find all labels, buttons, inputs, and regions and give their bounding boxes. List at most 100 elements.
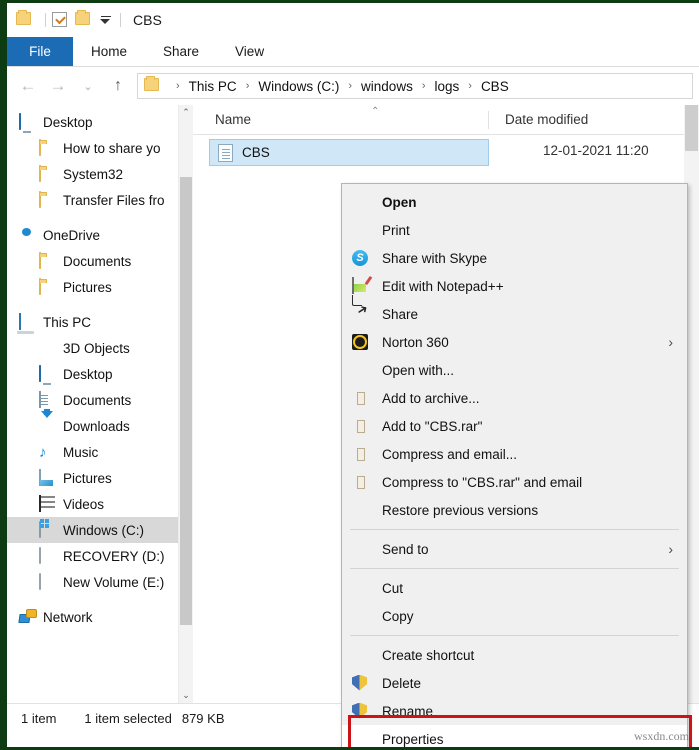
toolbar-divider: [45, 13, 46, 27]
sidebar-item-label: Windows (C:): [63, 522, 145, 538]
breadcrumb-windows[interactable]: windows: [359, 79, 415, 94]
back-button[interactable]: ←: [13, 72, 43, 100]
sidebar-item-label: Transfer Files fro: [63, 192, 165, 208]
scrollbar-thumb[interactable]: [685, 105, 698, 151]
tab-view[interactable]: View: [217, 37, 282, 66]
forward-button[interactable]: →: [43, 72, 73, 100]
sidebar-item-onedrive-pictures[interactable]: Pictures: [7, 274, 193, 300]
menu-separator: [350, 568, 679, 569]
breadcrumb-this-pc[interactable]: This PC: [187, 79, 239, 94]
file-explorer-window: CBS File Home Share View ← → ⌄ ↑ › This …: [7, 3, 699, 747]
this-pc-icon: [19, 312, 36, 331]
window-title: CBS: [133, 12, 162, 28]
ribbon-tabs: File Home Share View: [7, 37, 699, 67]
sidebar-item-how-to-share[interactable]: How to share yo: [7, 135, 193, 161]
menu-item-delete[interactable]: Delete: [342, 669, 687, 697]
menu-item-compress-and-email[interactable]: Compress and email...: [342, 440, 687, 468]
sidebar-item-this-pc[interactable]: This PC: [7, 309, 193, 335]
share-icon: [352, 306, 369, 323]
sidebar-item-desktop-pc[interactable]: Desktop: [7, 361, 193, 387]
menu-item-add-to-cbs-rar[interactable]: Add to "CBS.rar": [342, 412, 687, 440]
folder-icon: [39, 251, 56, 270]
breadcrumb-logs[interactable]: logs: [433, 79, 462, 94]
drive-icon: [39, 572, 56, 591]
folder-icon[interactable]: [16, 9, 33, 29]
up-button[interactable]: ↑: [103, 72, 133, 100]
customize-caret-icon[interactable]: [98, 15, 114, 25]
menu-item-create-shortcut[interactable]: Create shortcut: [342, 641, 687, 669]
menu-item-share[interactable]: Share: [342, 300, 687, 328]
properties-checkbox-icon[interactable]: [52, 11, 69, 29]
sidebar-item-music[interactable]: ♪ Music: [7, 439, 193, 465]
menu-item-norton-360[interactable]: Norton 360 ›: [342, 328, 687, 356]
sidebar-item-label: Documents: [63, 253, 132, 269]
menu-item-send-to[interactable]: Send to ›: [342, 535, 687, 563]
menu-item-rename[interactable]: Rename: [342, 697, 687, 725]
file-date-label: 12-01-2021 11:20: [543, 143, 649, 158]
breadcrumb-cbs[interactable]: CBS: [479, 79, 511, 94]
scroll-down-icon[interactable]: ⌄: [179, 688, 193, 703]
sidebar-item-label: RECOVERY (D:): [63, 548, 165, 564]
scrollbar-thumb[interactable]: [180, 177, 192, 625]
3d-objects-icon: [39, 340, 56, 357]
tab-home[interactable]: Home: [73, 37, 145, 66]
sidebar-item-desktop[interactable]: Desktop: [7, 109, 193, 135]
menu-item-print[interactable]: Print: [342, 216, 687, 244]
breadcrumb-windows-c[interactable]: Windows (C:): [256, 79, 341, 94]
menu-item-label: Open: [382, 194, 417, 210]
column-header-date-modified[interactable]: Date modified: [489, 112, 588, 127]
sidebar-item-downloads[interactable]: Downloads: [7, 410, 193, 439]
breadcrumb-separator: ›: [176, 80, 180, 92]
menu-item-label: Delete: [382, 675, 422, 691]
sidebar-item-windows-c[interactable]: Windows (C:): [7, 517, 193, 543]
sidebar-item-label: Desktop: [63, 366, 113, 382]
scroll-up-icon[interactable]: ⌃: [179, 105, 193, 120]
sidebar-item-new-volume-e[interactable]: New Volume (E:): [7, 569, 193, 595]
sidebar-item-onedrive[interactable]: OneDrive: [7, 222, 193, 248]
sidebar-item-3d-objects[interactable]: 3D Objects: [7, 335, 193, 361]
sidebar-item-pictures[interactable]: Pictures: [7, 465, 193, 491]
menu-item-open-with[interactable]: Open with...: [342, 356, 687, 384]
sidebar-item-onedrive-documents[interactable]: Documents: [7, 248, 193, 274]
folder-icon: [39, 138, 56, 157]
notepad-plus-plus-icon: [352, 276, 369, 295]
table-row[interactable]: CBS: [209, 139, 489, 166]
menu-item-label: Restore previous versions: [382, 502, 539, 518]
videos-icon: [39, 494, 56, 513]
chevron-right-icon: ›: [668, 541, 673, 557]
breadcrumb-separator: ›: [468, 80, 472, 92]
menu-item-label: Send to: [382, 541, 429, 557]
menu-item-edit-with-notepad-plus-plus[interactable]: Edit with Notepad++: [342, 272, 687, 300]
text-file-icon: [218, 143, 233, 162]
sidebar-item-label: New Volume (E:): [63, 574, 165, 590]
breadcrumb-separator: ›: [421, 80, 426, 92]
sidebar-item-recovery-d[interactable]: RECOVERY (D:): [7, 543, 193, 569]
menu-item-label: Add to "CBS.rar": [382, 418, 483, 434]
sidebar-item-videos[interactable]: Videos: [7, 491, 193, 517]
menu-item-add-to-archive[interactable]: Add to archive...: [342, 384, 687, 412]
breadcrumb[interactable]: › This PC › Windows (C:) › windows › log…: [137, 73, 693, 99]
sidebar-item-documents[interactable]: Documents: [7, 387, 193, 413]
tab-share[interactable]: Share: [145, 37, 217, 66]
recent-locations-icon[interactable]: ⌄: [73, 72, 103, 100]
menu-item-cut[interactable]: Cut: [342, 574, 687, 602]
column-header-name[interactable]: Name ⌃: [193, 106, 488, 127]
sidebar-item-system32[interactable]: System32: [7, 161, 193, 187]
tab-file[interactable]: File: [7, 37, 73, 66]
sidebar-item-network[interactable]: Network: [7, 604, 193, 630]
menu-item-label: Edit with Notepad++: [382, 278, 504, 294]
status-item-count: 1 item: [21, 711, 57, 726]
menu-item-share-with-skype[interactable]: S Share with Skype: [342, 244, 687, 272]
new-folder-icon[interactable]: [75, 9, 92, 29]
address-bar: ← → ⌄ ↑ › This PC › Windows (C:) › windo…: [7, 67, 699, 105]
no-icon: [352, 222, 369, 239]
sidebar-item-transfer-files[interactable]: Transfer Files fro: [7, 187, 193, 213]
desktop-icon: [19, 112, 36, 131]
menu-item-copy[interactable]: Copy: [342, 602, 687, 630]
menu-item-open[interactable]: Open: [342, 188, 687, 216]
status-selection-size: 879 KB: [181, 711, 225, 726]
menu-item-restore-previous-versions[interactable]: Restore previous versions: [342, 496, 687, 524]
sidebar-scrollbar[interactable]: ⌃ ⌄: [178, 105, 193, 703]
menu-item-compress-to-cbs-rar-and-email[interactable]: Compress to "CBS.rar" and email: [342, 468, 687, 496]
